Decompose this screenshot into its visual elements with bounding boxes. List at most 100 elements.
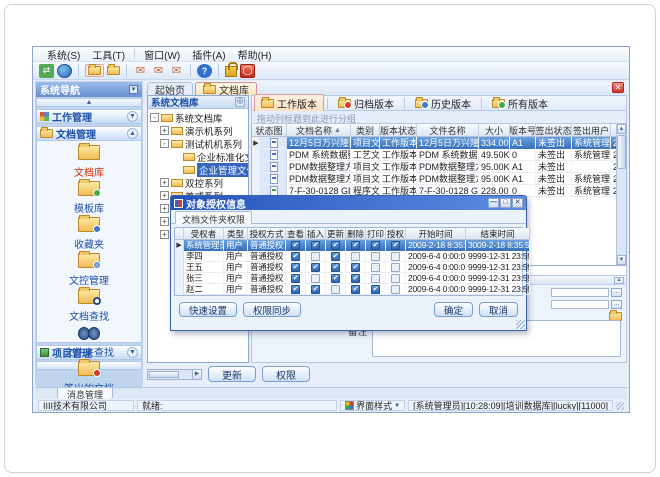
scroll-up-arrow[interactable]: ▲: [617, 124, 626, 134]
resize-grip[interactable]: [616, 402, 624, 410]
checkbox-print[interactable]: [366, 273, 386, 284]
checkbox-print[interactable]: [366, 262, 386, 273]
checkbox-grant[interactable]: [386, 284, 406, 295]
column-view[interactable]: 查看: [286, 228, 306, 240]
menu-system[interactable]: 系统(S): [41, 47, 86, 62]
folder-view-icon[interactable]: [107, 66, 120, 75]
column-delete[interactable]: 删除: [346, 228, 366, 240]
checkbox-grant[interactable]: [386, 273, 406, 284]
expand-icon[interactable]: +: [160, 217, 169, 226]
tab-working-version[interactable]: 工作版本: [254, 94, 324, 113]
permission-row[interactable]: 赵二 用户 普通授权 2009-6-4 0:00:00 9999-12-31 2…: [175, 284, 522, 295]
tree-node-selected[interactable]: 企业管理文件: [148, 163, 248, 176]
dialog-resize-grip[interactable]: [516, 320, 525, 329]
quick-settings-button[interactable]: 快速设置: [179, 302, 237, 317]
column-doc-name[interactable]: 文档名称▲: [287, 124, 351, 137]
tree-node[interactable]: -测试机机系列: [148, 137, 248, 150]
menu-help[interactable]: 帮助(H): [232, 47, 278, 62]
close-icon[interactable]: ✕: [512, 198, 523, 208]
tree-node[interactable]: +演示机系列: [148, 124, 248, 137]
group-by-hint[interactable]: 拖动列标题到此进行分组: [251, 111, 627, 124]
checkbox-delete[interactable]: [346, 273, 366, 284]
minimize-icon[interactable]: —: [488, 198, 499, 208]
sidebar-item-favorites[interactable]: 收藏夹: [37, 217, 141, 251]
expand-icon[interactable]: +: [160, 126, 169, 135]
sidebar-item-template-library[interactable]: 模板库: [37, 181, 141, 215]
tab-doc-folder-permission[interactable]: 文档文件夹权限: [175, 211, 252, 224]
checkbox-delete[interactable]: [346, 284, 366, 295]
column-file-name[interactable]: 文件名称: [417, 124, 479, 137]
checkbox-insert[interactable]: [306, 262, 326, 273]
tab-history-version[interactable]: 历史版本: [408, 94, 478, 113]
table-row[interactable]: PDM数据整理方案2.doc 项目文档 工作版本 PDM数据整理方案2.doc …: [252, 173, 613, 185]
checkbox-update[interactable]: [326, 273, 346, 284]
checkbox-grant[interactable]: [386, 262, 406, 273]
column-print[interactable]: 打印: [366, 228, 386, 240]
checkbox-delete[interactable]: [346, 251, 366, 262]
collapse-icon[interactable]: -: [160, 139, 169, 148]
column-grantee[interactable]: 受权者: [184, 228, 224, 240]
table-row[interactable]: PDM 系统数据整理检… 工艺文档 工作版本 PDM 系统数据整理… 49.50…: [252, 149, 613, 161]
collapse-icon[interactable]: -: [150, 113, 159, 122]
tab-all-versions[interactable]: 所有版本: [485, 94, 555, 113]
checkbox-insert[interactable]: [306, 284, 326, 295]
checkbox-view[interactable]: [286, 251, 306, 262]
detail-input[interactable]: [551, 288, 609, 297]
permission-row[interactable]: 王五 用户 普通授权 2009-6-4 0:00:00 9999-12-31 2…: [175, 262, 522, 273]
sidebar-scroll-up[interactable]: ▲: [36, 98, 142, 107]
table-row[interactable]: PDM数据整理方案.doc 项目文档 工作版本 PDM数据整理方案.doc 95…: [252, 161, 613, 173]
column-category[interactable]: 类别: [351, 124, 380, 137]
connect-icon[interactable]: ⇄: [39, 64, 54, 78]
column-start-time[interactable]: 开始时间: [406, 228, 466, 240]
column-checkout-status[interactable]: 签出状态: [536, 124, 572, 137]
column-version-status[interactable]: 版本状态: [380, 124, 417, 137]
checkbox-insert[interactable]: [306, 240, 326, 251]
menu-window[interactable]: 窗口(W): [138, 47, 186, 62]
help-icon[interactable]: ?: [197, 64, 212, 78]
chevron-down-icon[interactable]: ▼: [127, 347, 138, 358]
checkbox-delete[interactable]: [346, 262, 366, 273]
lock-icon[interactable]: [225, 66, 237, 77]
tab-archived-version[interactable]: 归档版本: [331, 94, 401, 113]
expand-icon[interactable]: +: [160, 204, 169, 213]
scroll-down-arrow[interactable]: ▼: [617, 255, 626, 265]
expand-icon[interactable]: +: [160, 230, 169, 239]
table-row[interactable]: ▶ 12月5日万兴隆同行… 项目文档 工作版本 12月5日万兴隆同行… 334.…: [252, 137, 613, 149]
scrollbar-thumb[interactable]: [617, 135, 626, 169]
permission-row[interactable]: 李四 用户 普通授权 2009-6-4 0:00:00 9999-12-31 2…: [175, 251, 522, 262]
sidebar-item-doc-search[interactable]: 文档查找: [37, 289, 141, 323]
scrollbar-thumb[interactable]: [149, 371, 179, 378]
checkbox-update[interactable]: [326, 262, 346, 273]
tree-node[interactable]: +双控系列: [148, 176, 248, 189]
collapse-panel-icon[interactable]: ▲: [614, 277, 624, 284]
open-folder-button[interactable]: [85, 64, 104, 77]
tree-node[interactable]: 企业标准化文件: [148, 150, 248, 163]
column-size[interactable]: 大小: [479, 124, 510, 137]
sidebar-item-doc-control[interactable]: 文控管理: [37, 253, 141, 287]
horizontal-scrollbar[interactable]: ▶: [147, 369, 202, 380]
checkbox-print[interactable]: [366, 284, 386, 295]
pin-icon[interactable]: ◎: [235, 97, 245, 107]
dialog-title-bar[interactable]: 对象授权信息 — □ ✕: [171, 196, 526, 210]
column-version[interactable]: 版本号: [510, 124, 536, 137]
sidebar-collapse-button[interactable]: ▾: [129, 85, 138, 94]
expand-icon[interactable]: +: [160, 191, 169, 200]
permission-button[interactable]: 权限: [262, 366, 310, 382]
tree-node-root[interactable]: -系统文档库: [148, 111, 248, 124]
checkbox-view[interactable]: [286, 273, 306, 284]
permission-row[interactable]: 张三 用户 普通授权 2009-6-4 0:00:00 9999-12-31 2…: [175, 273, 522, 284]
mail-send-icon[interactable]: ✉: [133, 64, 148, 78]
checkbox-update[interactable]: [326, 284, 346, 295]
vertical-scrollbar[interactable]: ▲ ▼: [616, 124, 626, 265]
panel-doc-management[interactable]: 文档管理 ▲: [36, 126, 142, 141]
checkbox-print[interactable]: [366, 240, 386, 251]
column-checkout-user[interactable]: 签出用户: [572, 124, 611, 137]
sidebar-item-doc-library[interactable]: 文档库: [37, 145, 141, 179]
permission-sync-button[interactable]: 权限同步: [243, 302, 301, 317]
checkbox-view[interactable]: [286, 262, 306, 273]
checkbox-grant[interactable]: [386, 251, 406, 262]
column-update[interactable]: 更新: [326, 228, 346, 240]
checkbox-view[interactable]: [286, 284, 306, 295]
column-status-icon[interactable]: 状态图: [252, 124, 287, 137]
checkbox-print[interactable]: [366, 251, 386, 262]
